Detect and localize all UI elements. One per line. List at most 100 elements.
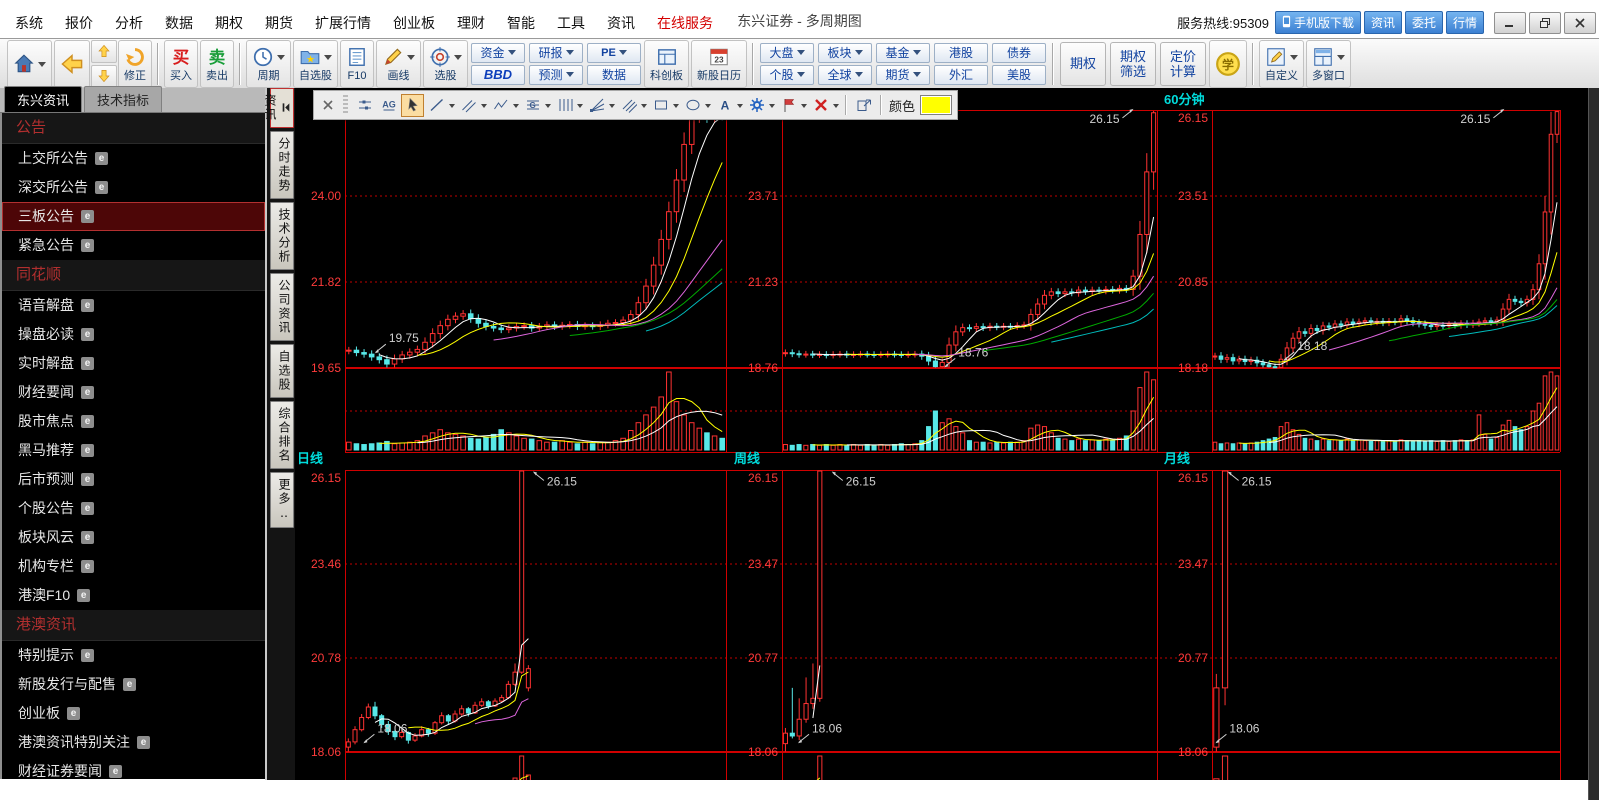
- chart-panel-overlay-weekly[interactable]: [782, 470, 1157, 780]
- menu-item-6[interactable]: 期货: [254, 10, 304, 36]
- toolbar-button-coin-xue[interactable]: 学: [1209, 40, 1247, 88]
- menu-item-10[interactable]: 智能: [496, 10, 546, 36]
- toolbar-button-债券[interactable]: 债券: [992, 43, 1046, 63]
- dropdown-caret-icon[interactable]: [481, 104, 487, 111]
- drawbar-close-icon[interactable]: [319, 97, 336, 114]
- toolbar-button-资金[interactable]: 资金: [471, 43, 525, 63]
- drawbar-grip[interactable]: [343, 95, 348, 115]
- menu-item-11[interactable]: 工具: [546, 10, 596, 36]
- quick-button-2[interactable]: 资讯: [1364, 11, 1402, 34]
- chart-panel-overlay-min60-mid[interactable]: [782, 110, 1157, 452]
- sidebar-item-三板公告[interactable]: 三板公告e: [2, 202, 265, 231]
- sidebar-item-特别提示[interactable]: 特别提示e: [2, 641, 265, 670]
- toolbar-button-定价计算[interactable]: 定价计算: [1160, 42, 1206, 86]
- draw-tool-gear-icon[interactable]: [745, 94, 768, 117]
- draw-tool-cursor-icon[interactable]: [401, 94, 424, 117]
- sidebar-item-财经要闻[interactable]: 财经要闻e: [2, 378, 265, 407]
- toolbar-button-研报[interactable]: 研报: [529, 43, 583, 63]
- toolbar-button-home[interactable]: [7, 40, 52, 88]
- sidebar-item-个股公告[interactable]: 个股公告e: [2, 494, 265, 523]
- quick-button-4[interactable]: 行情: [1446, 11, 1484, 34]
- toolbar-button-卖出[interactable]: 卖卖出: [200, 40, 234, 88]
- vtab-分时走势[interactable]: 分时走势: [270, 131, 294, 199]
- draw-tool-measure-icon[interactable]: [353, 94, 376, 117]
- sidebar-item-港澳资讯特别关注[interactable]: 港澳资讯特别关注e: [2, 728, 265, 757]
- dropdown-caret-icon[interactable]: [545, 104, 551, 111]
- toolbar-button-个股[interactable]: 个股: [760, 65, 814, 85]
- vtab-技术分析[interactable]: 技术分析: [270, 202, 294, 270]
- sidebar-tab-东兴资讯[interactable]: 东兴资讯: [4, 86, 82, 112]
- draw-tool-flag-icon[interactable]: [777, 94, 800, 117]
- menu-item-5[interactable]: 期权: [204, 10, 254, 36]
- draw-tool-ag-icon[interactable]: AG: [377, 94, 400, 117]
- toolbar-button-预测[interactable]: 预测: [529, 65, 583, 85]
- chart-panel-overlay-min60-right[interactable]: [1212, 110, 1560, 452]
- toolbar-button-arrow-left[interactable]: [54, 40, 90, 88]
- restore-button[interactable]: [1529, 12, 1561, 34]
- toolbar-button-期权筛选[interactable]: 期权筛选: [1110, 42, 1156, 86]
- close-button[interactable]: [1564, 12, 1596, 34]
- sidebar-item-机构专栏[interactable]: 机构专栏e: [2, 552, 265, 581]
- dropdown-caret-icon[interactable]: [609, 104, 615, 111]
- quick-button-3[interactable]: 委托: [1405, 11, 1443, 34]
- toolbar-button-科创板[interactable]: 科创板: [644, 40, 689, 88]
- vtab-自选股[interactable]: 自选股: [270, 344, 294, 398]
- toolbar-button-买入[interactable]: 买买入: [164, 40, 198, 88]
- toolbar-button-全球[interactable]: 全球: [818, 65, 872, 85]
- draw-tool-delete-icon[interactable]: [809, 94, 832, 117]
- menu-item-7[interactable]: 扩展行情: [304, 10, 382, 36]
- toolbar-button-期货[interactable]: 期货: [876, 65, 930, 85]
- toolbar-button-多窗口[interactable]: 多窗口: [1306, 40, 1351, 88]
- dropdown-caret-icon[interactable]: [769, 104, 775, 111]
- toolbar-button-BBD[interactable]: BBD: [471, 65, 525, 85]
- sidebar-item-新股发行与配售[interactable]: 新股发行与配售e: [2, 670, 265, 699]
- right-scroll-strip[interactable]: [1588, 88, 1599, 800]
- dropdown-caret-icon[interactable]: [737, 104, 743, 111]
- toolbar-button-自定义[interactable]: 自定义: [1259, 40, 1304, 88]
- sidebar-item-紧急公告[interactable]: 紧急公告e: [2, 231, 265, 260]
- sidebar-item-港澳F10[interactable]: 港澳F10e: [2, 581, 265, 610]
- chart-panel-overlay-monthly[interactable]: [1212, 470, 1560, 780]
- vtab-综合排名[interactable]: 综合排名: [270, 401, 294, 469]
- draw-tool-hatch-icon[interactable]: [617, 94, 640, 117]
- vtab-公司资讯[interactable]: 公司资讯: [270, 273, 294, 341]
- sidebar-item-上交所公告[interactable]: 上交所公告e: [2, 144, 265, 173]
- page-up-button[interactable]: [91, 40, 117, 63]
- dropdown-caret-icon[interactable]: [641, 104, 647, 111]
- draw-tool-parallel-icon[interactable]: [457, 94, 480, 117]
- quick-button-1[interactable]: 手机版下载: [1275, 11, 1361, 34]
- toolbar-button-港股[interactable]: 港股: [934, 43, 988, 63]
- draw-tool-circle-icon[interactable]: [681, 94, 704, 117]
- draw-tool-line-icon[interactable]: [425, 94, 448, 117]
- sidebar-item-操盘必读[interactable]: 操盘必读e: [2, 320, 265, 349]
- menu-item-4[interactable]: 数据: [154, 10, 204, 36]
- menu-item-2[interactable]: 报价: [54, 10, 104, 36]
- vtab-更多‥[interactable]: 更多‥: [270, 472, 294, 528]
- dropdown-caret-icon[interactable]: [673, 104, 679, 111]
- dropdown-caret-icon[interactable]: [833, 104, 839, 111]
- draw-tool-text-icon[interactable]: A: [713, 94, 736, 117]
- toolbar-button-选股[interactable]: 选股: [423, 40, 468, 88]
- dropdown-caret-icon[interactable]: [449, 104, 455, 111]
- toolbar-button-数据[interactable]: 数据: [587, 65, 641, 85]
- draw-tool-vlines-icon[interactable]: [553, 94, 576, 117]
- color-swatch[interactable]: [920, 95, 952, 115]
- menu-item-1[interactable]: 系统: [4, 10, 54, 36]
- draw-tool-scale-icon[interactable]: [852, 94, 875, 117]
- draw-tool-rect-icon[interactable]: [649, 94, 672, 117]
- dropdown-caret-icon[interactable]: [577, 104, 583, 111]
- toolbar-button-板块[interactable]: 板块: [818, 43, 872, 63]
- menu-item-12[interactable]: 资讯: [596, 10, 646, 36]
- sidebar-item-实时解盘[interactable]: 实时解盘e: [2, 349, 265, 378]
- toolbar-button-周期[interactable]: 周期: [246, 40, 291, 88]
- page-down-button[interactable]: [91, 65, 117, 88]
- minimize-button[interactable]: [1494, 12, 1526, 34]
- draw-tool-polyline-icon[interactable]: [489, 94, 512, 117]
- toolbar-button-新股日历[interactable]: 23新股日历: [691, 40, 747, 88]
- dropdown-caret-icon[interactable]: [705, 104, 711, 111]
- menu-item-3[interactable]: 分析: [104, 10, 154, 36]
- vtab-资讯[interactable]: 资讯: [270, 88, 294, 128]
- chart-panel-overlay-daily[interactable]: [345, 470, 726, 780]
- sidebar-item-后市预测[interactable]: 后市预测e: [2, 465, 265, 494]
- menu-item-9[interactable]: 理财: [446, 10, 496, 36]
